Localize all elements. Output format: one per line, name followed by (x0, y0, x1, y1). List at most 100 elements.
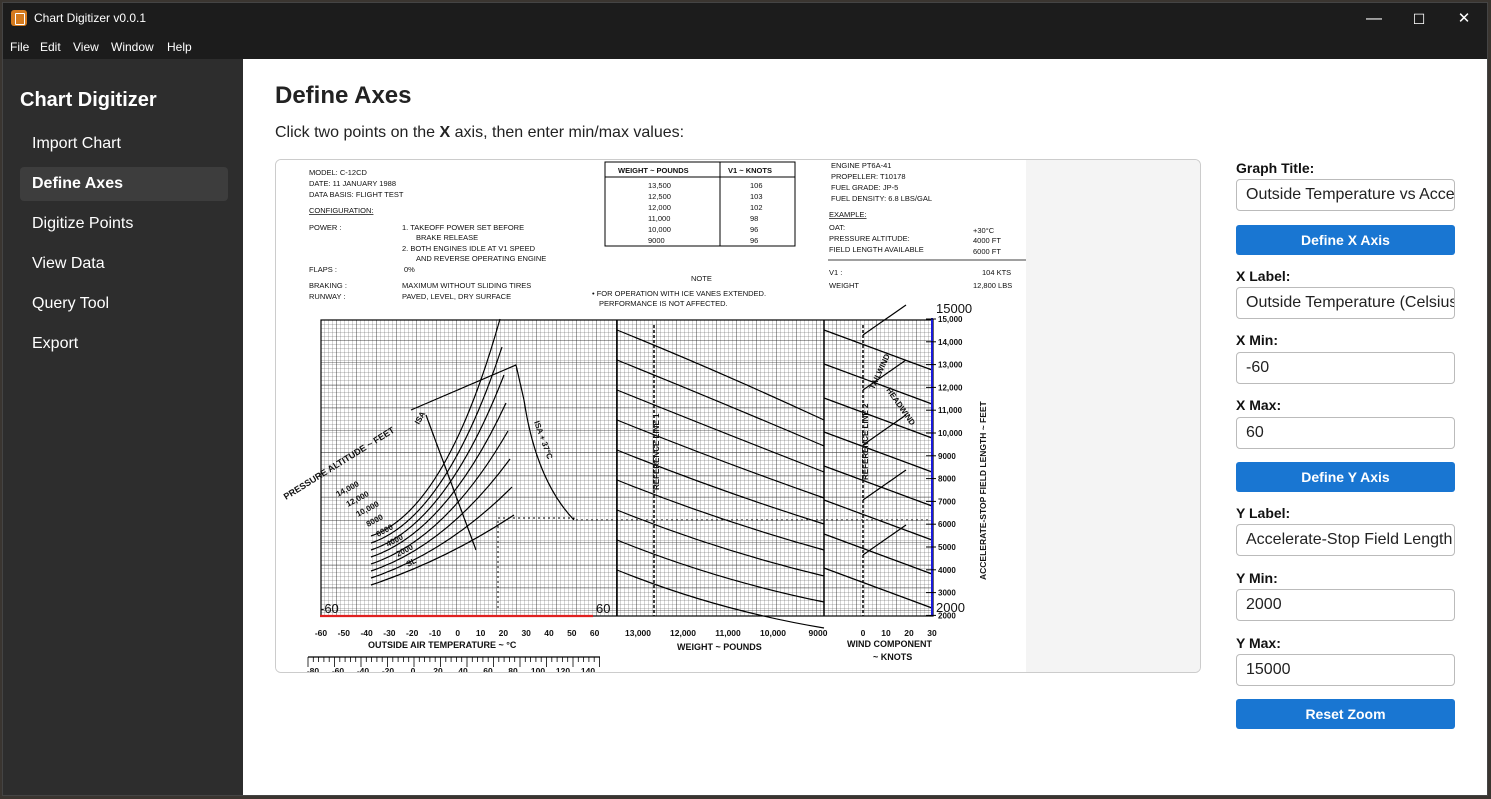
maximize-button[interactable]: ☐ (1396, 3, 1442, 35)
chart-power-1a: 1. TAKEOFF POWER SET BEFORE (402, 223, 524, 232)
chart-flaps-val: 0% (404, 265, 415, 274)
x-tick-temp: 30 (521, 628, 531, 638)
f-tick-label: 140 (581, 666, 595, 673)
ref-line-2-label: REFERENCE LINE 2 (861, 403, 870, 480)
x-tick-temp: 50 (567, 628, 577, 638)
table-col-weight: WEIGHT ~ POUNDS (618, 166, 689, 175)
f-tick-label: -40 (357, 666, 370, 673)
chart-date: DATE: 11 JANUARY 1988 (309, 179, 396, 188)
x-tick-wind: 10 (881, 628, 891, 638)
nav-query-tool[interactable]: Query Tool (20, 287, 228, 321)
sidebar-title: Chart Digitizer (20, 89, 157, 111)
window-title: Chart Digitizer v0.0.1 (34, 11, 147, 25)
x-axis-temp-title: OUTSIDE AIR TEMPERATURE ~ °C (368, 640, 517, 650)
ref-line-1-label: REFERENCE LINE 1 (652, 413, 661, 490)
menu-bar: File Edit View Window Help (3, 35, 1487, 59)
chart-note-1: • FOR OPERATION WITH ICE VANES EXTENDED. (592, 289, 766, 298)
chart-v1-val: 104 KTS (982, 268, 1011, 277)
f-tick-label: 80 (508, 666, 518, 673)
menu-view[interactable]: View (73, 40, 99, 54)
x-min-label: X Min: (1236, 332, 1278, 348)
chart-braking-val: MAXIMUM WITHOUT SLIDING TIRES (402, 281, 531, 290)
reset-zoom-button[interactable]: Reset Zoom (1236, 699, 1455, 729)
menu-edit[interactable]: Edit (40, 40, 61, 54)
table-col-v1: V1 ~ KNOTS (728, 166, 772, 175)
x-label-input[interactable]: Outside Temperature (Celsius) (1236, 287, 1455, 319)
graph-title-input[interactable]: Outside Temperature vs Accelerate-Stop (1236, 179, 1455, 211)
table-weight-cell: 12,500 (648, 192, 671, 201)
y-tick-label: 4000 (938, 566, 956, 575)
chart-fla-val: 6000 FT (973, 247, 1001, 256)
x-tick-weight: 9000 (809, 628, 828, 638)
f-tick-label: 20 (433, 666, 443, 673)
table-v1-cell: 102 (750, 203, 763, 212)
table-v1-cell: 106 (750, 181, 763, 190)
f-tick-label: 0 (411, 666, 416, 673)
y-min-input[interactable]: 2000 (1236, 589, 1455, 621)
x-max-label: X Max: (1236, 397, 1282, 413)
chart-weight-label: WEIGHT (829, 281, 859, 290)
nav-digitize-points[interactable]: Digitize Points (20, 207, 228, 241)
x-axis-wind-title-a: WIND COMPONENT (847, 639, 932, 649)
app-window: Chart Digitizer v0.0.1 — ☐ ✕ File Edit V… (2, 2, 1488, 796)
calib-xmin-label: -60 (320, 601, 339, 616)
f-tick-label: 100 (531, 666, 545, 673)
graph-title-label: Graph Title: (1236, 160, 1315, 176)
f-tick-label: -60 (332, 666, 345, 673)
close-button[interactable]: ✕ (1441, 3, 1487, 35)
x-tick-temp: 20 (499, 628, 509, 638)
chart-pa-label: PRESSURE ALTITUDE: (829, 234, 910, 243)
y-label-input[interactable]: Accelerate-Stop Field Length (feet) (1236, 524, 1455, 556)
v1-table: WEIGHT ~ POUNDS V1 ~ KNOTS 13,500 106 12,5… (604, 161, 796, 247)
chart-oat-label: OAT: (829, 223, 845, 232)
nav-view-data[interactable]: View Data (20, 247, 228, 281)
define-y-axis-button[interactable]: Define Y Axis (1236, 462, 1455, 492)
x-axis-wind-title-b: ~ KNOTS (873, 652, 912, 662)
minimize-button[interactable]: — (1351, 3, 1397, 35)
define-x-axis-button[interactable]: Define X Axis (1236, 225, 1455, 255)
chart-configuration: CONFIGURATION: (309, 206, 373, 215)
menu-help[interactable]: Help (167, 40, 192, 54)
chart-v1-label: V1 : (829, 268, 842, 277)
y-tick-label: 7000 (938, 497, 956, 506)
nav-define-axes[interactable]: Define Axes (20, 167, 228, 201)
x-max-input[interactable]: 60 (1236, 417, 1455, 449)
calib-ymin-label: 2000 (936, 600, 965, 615)
y-tick-label: 9000 (938, 452, 956, 461)
chart-data-basis: DATA BASIS: FLIGHT TEST (309, 190, 404, 199)
nav-export[interactable]: Export (20, 327, 228, 361)
x-tick-temp: -30 (383, 628, 396, 638)
chart-model: MODEL: C-12CD (309, 168, 368, 177)
sidebar: Chart Digitizer Import Chart Define Axes… (3, 59, 243, 795)
chart-power-2b: AND REVERSE OPERATING ENGINE (416, 254, 546, 263)
main-content: Define Axes Click two points on the X ax… (243, 59, 1487, 795)
table-v1-cell: 98 (750, 214, 758, 223)
y-max-label: Y Max: (1236, 635, 1281, 651)
y-max-input[interactable]: 15000 (1236, 654, 1455, 686)
table-weight-cell: 11,000 (648, 214, 670, 223)
scrollbar[interactable] (1481, 59, 1487, 795)
app-icon (11, 10, 27, 26)
x-axis-weight-title: WEIGHT ~ POUNDS (677, 642, 762, 652)
x-label-label: X Label: (1236, 268, 1291, 284)
chart-canvas[interactable]: MODEL: C-12CD DATE: 11 JANUARY 1988 DATA… (275, 159, 1201, 673)
menu-window[interactable]: Window (111, 40, 154, 54)
chart-note-2: PERFORMANCE IS NOT AFFECTED. (599, 299, 728, 308)
x-min-input[interactable]: -60 (1236, 352, 1455, 384)
instruction-suffix: axis, then enter min/max values: (450, 124, 685, 141)
chart-image[interactable]: MODEL: C-12CD DATE: 11 JANUARY 1988 DATA… (276, 160, 1026, 673)
x-tick-temp: 10 (476, 628, 486, 638)
chart-fuel-density: FUEL DENSITY: 6.8 LBS/GAL (831, 194, 932, 203)
y-tick-label: 3000 (938, 589, 956, 598)
table-weight-cell: 12,000 (648, 203, 671, 212)
instruction-text: Click two points on the X axis, then ent… (275, 124, 684, 142)
x-tick-temp: -50 (338, 628, 351, 638)
y-min-label: Y Min: (1236, 570, 1278, 586)
menu-file[interactable]: File (10, 40, 29, 54)
chart-runway-label: RUNWAY : (309, 292, 346, 301)
table-v1-cell: 103 (750, 192, 763, 201)
x-tick-temp: 60 (590, 628, 600, 638)
nav-import-chart[interactable]: Import Chart (20, 127, 228, 161)
axis-settings-panel: Graph Title: Outside Temperature vs Acce… (1236, 59, 1455, 795)
x-tick-weight: 10,000 (760, 628, 786, 638)
